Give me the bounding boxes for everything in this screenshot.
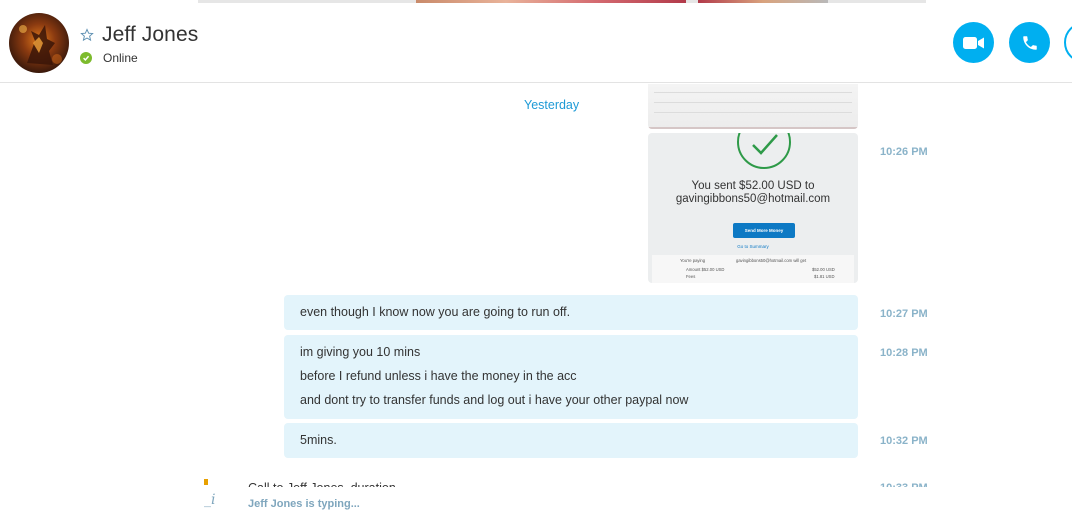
message-text: im giving you 10 mins bbox=[300, 345, 421, 359]
message-timestamp: 10:26 PM bbox=[880, 146, 928, 158]
fee-row-value: $1.81 USD bbox=[814, 274, 835, 279]
fee-row-label: Amount $52.00 USD bbox=[686, 267, 725, 272]
message-bubble[interactable]: 5mins. bbox=[284, 423, 858, 458]
message-text: 5mins. bbox=[300, 433, 337, 447]
message-text: even though I know now you are going to … bbox=[300, 305, 571, 319]
payment-confirmation-text: You sent $52.00 USD to gavingibbons50@ho… bbox=[648, 180, 858, 206]
fee-row-label: Fees bbox=[686, 274, 696, 279]
date-separator: Yesterday bbox=[524, 98, 580, 112]
chat-header: Jeff Jones Online bbox=[0, 3, 1072, 83]
message-timestamp: 10:32 PM bbox=[880, 435, 928, 447]
typing-indicator: Jeff Jones is typing... bbox=[248, 498, 360, 510]
status-label: Online bbox=[103, 51, 138, 65]
previous-image-message[interactable] bbox=[648, 84, 858, 129]
add-participant-button[interactable] bbox=[1064, 22, 1072, 63]
message-bubble[interactable]: im giving you 10 mins before I refund un… bbox=[284, 335, 858, 419]
avatar-image bbox=[9, 13, 69, 73]
message-text: before I refund unless i have the money … bbox=[300, 369, 577, 383]
video-call-button[interactable] bbox=[953, 22, 994, 63]
contact-name-row: Jeff Jones bbox=[80, 23, 198, 47]
call-event-icon bbox=[204, 479, 208, 485]
fee-row-value: $52.00 USD bbox=[812, 267, 835, 272]
payment-amount-line: You sent $52.00 USD to bbox=[691, 180, 815, 192]
presence-status: Online bbox=[80, 51, 138, 65]
payment-screenshot-message[interactable]: You sent $52.00 USD to gavingibbons50@ho… bbox=[648, 133, 858, 283]
typing-pen-icon: _i bbox=[204, 492, 216, 508]
payment-recipient-line: gavingibbons50@hotmail.com bbox=[675, 193, 831, 205]
video-camera-icon bbox=[962, 36, 984, 49]
favorite-star-icon[interactable] bbox=[80, 28, 94, 42]
fee-table: You're paying gavingibbons50@hotmail.com… bbox=[652, 255, 854, 283]
message-bubble[interactable]: even though I know now you are going to … bbox=[284, 295, 858, 330]
conversation-pane[interactable]: Yesterday You sent $52.00 USD to gavingi… bbox=[0, 84, 1072, 515]
message-timestamp: 10:28 PM bbox=[880, 347, 928, 359]
typing-area bbox=[0, 487, 1072, 515]
audio-call-button[interactable] bbox=[1009, 22, 1050, 63]
avatar[interactable] bbox=[9, 13, 69, 73]
go-to-summary-link: Go to Summary bbox=[737, 244, 769, 249]
checkmark-icon bbox=[737, 133, 791, 169]
fee-row-label: You're paying bbox=[680, 258, 706, 263]
contact-name[interactable]: Jeff Jones bbox=[102, 23, 198, 47]
message-timestamp: 10:27 PM bbox=[880, 308, 928, 320]
online-status-icon bbox=[80, 52, 92, 64]
send-more-money-button: Send More Money bbox=[733, 223, 795, 238]
message-text: and dont try to transfer funds and log o… bbox=[300, 393, 689, 407]
phone-icon bbox=[1022, 35, 1037, 50]
fee-row-value: gavingibbons50@hotmail.com will get bbox=[736, 258, 807, 263]
